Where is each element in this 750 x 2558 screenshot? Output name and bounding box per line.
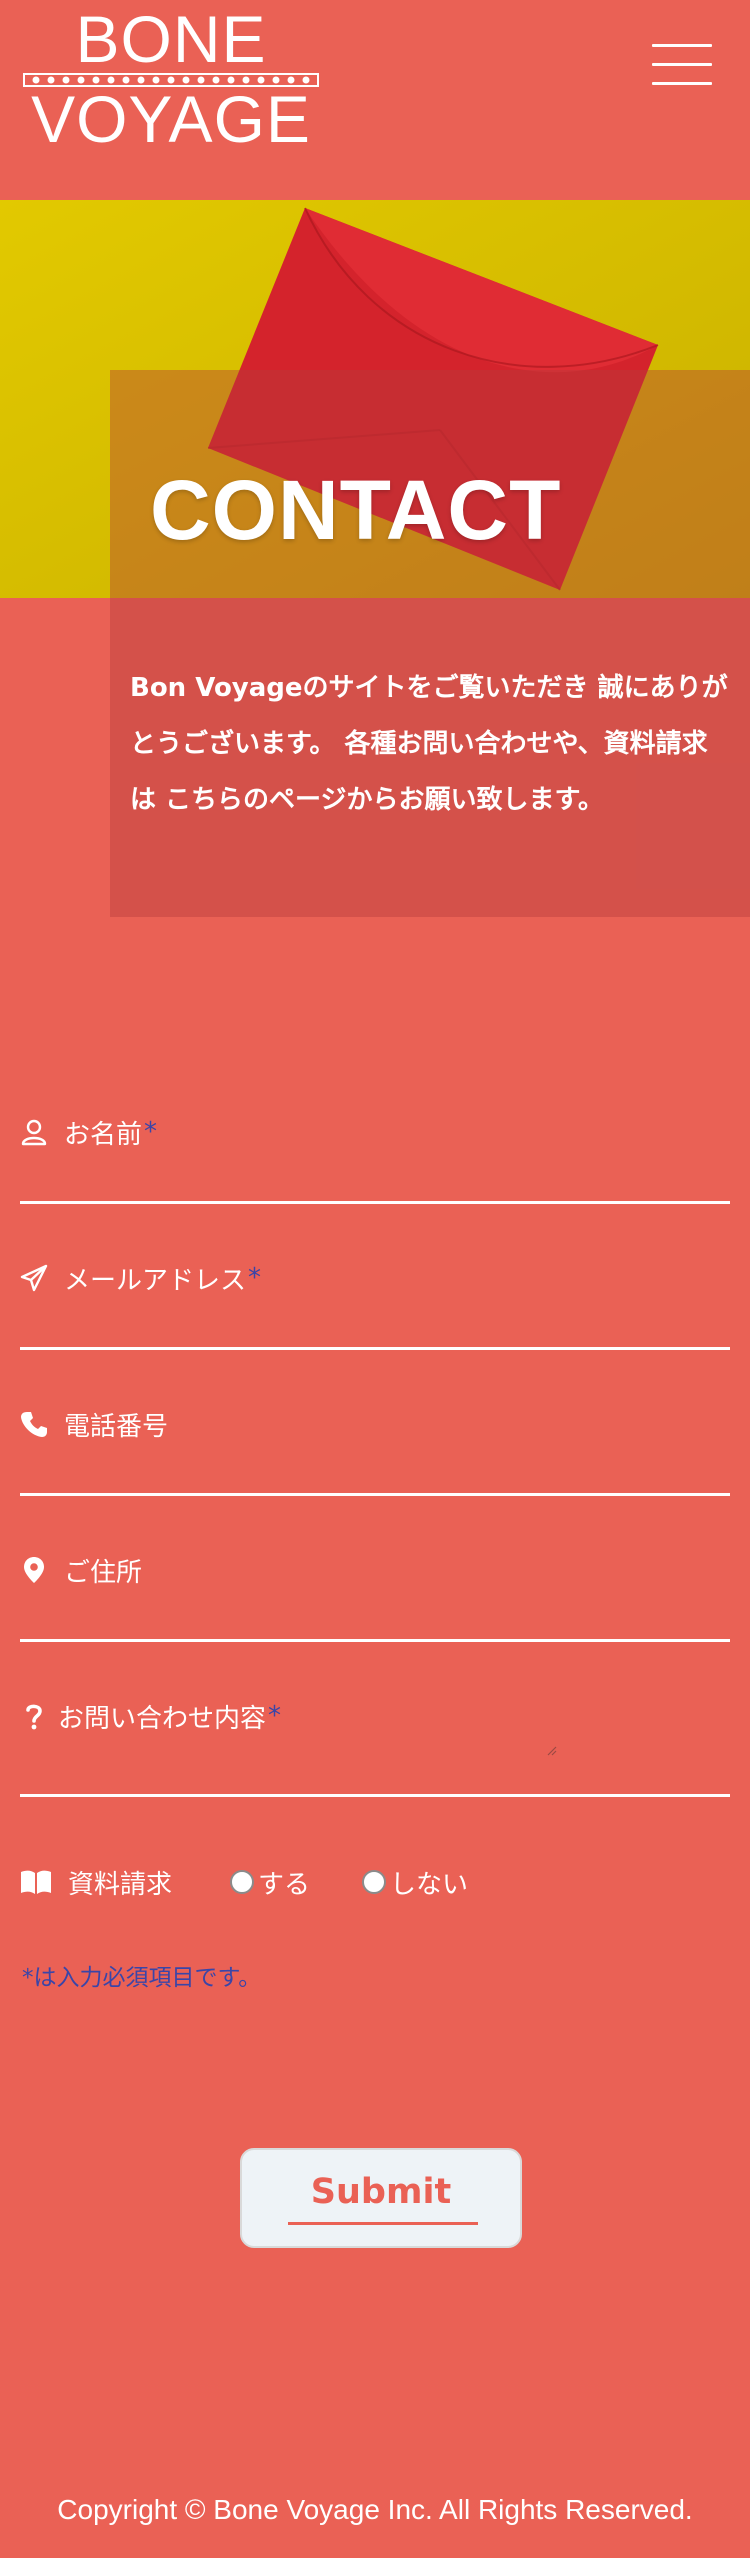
paper-plane-icon [20, 1264, 48, 1292]
map-marker-icon [20, 1556, 48, 1584]
phone-icon [20, 1410, 48, 1438]
name-label: お名前 [64, 1119, 143, 1150]
submit-button[interactable]: Submit [240, 2148, 522, 2248]
required-mark: * [248, 1263, 262, 1293]
resize-grip-icon[interactable] [545, 1744, 557, 1756]
menu-bar-icon [652, 82, 712, 85]
logo-line-bone: BONE [75, 2, 267, 76]
inquiry-field-group: お問い合わせ内容 * [20, 1696, 730, 1800]
brochure-request-group: 資料請求 する しない [20, 1862, 468, 1902]
required-mark: * [144, 1117, 158, 1147]
required-mark: * [268, 1701, 282, 1731]
brochure-no-label: しない [390, 1869, 469, 1900]
menu-bar-icon [652, 44, 712, 47]
user-icon [20, 1118, 48, 1146]
phone-underline [20, 1493, 730, 1496]
email-underline [20, 1347, 730, 1350]
email-field-group: メールアドレス * [20, 1258, 730, 1352]
brochure-no-radio[interactable]: しない [362, 1864, 468, 1901]
brochure-label: 資料請求 [68, 1869, 173, 1900]
page-title: CONTACT [150, 463, 562, 557]
intro-text: Bon Voyageのサイトをご覧いただき 誠にありがとうございます。 各種お問… [130, 673, 728, 815]
address-field-group: ご住所 [20, 1550, 730, 1644]
hamburger-menu-button[interactable] [652, 42, 712, 88]
brochure-yes-radio[interactable]: する [230, 1864, 310, 1901]
question-icon [20, 1702, 48, 1730]
intro-overlay [110, 370, 750, 917]
site-logo[interactable]: BONE VOYAGE [20, 2, 322, 156]
address-input[interactable] [20, 1596, 730, 1636]
submit-label: Submit [310, 2172, 452, 2212]
radio-circle[interactable] [362, 1870, 387, 1894]
address-label-row: ご住所 [20, 1550, 142, 1590]
menu-bar-icon [652, 63, 712, 66]
inquiry-label: お問い合わせ内容 [58, 1703, 267, 1734]
email-label: メールアドレス [64, 1265, 247, 1296]
phone-label-row: 電話番号 [20, 1404, 168, 1444]
radio-circle[interactable] [230, 1870, 255, 1894]
email-input[interactable] [20, 1304, 730, 1344]
inquiry-underline [20, 1794, 730, 1797]
footer-copyright: Copyright © Bone Voyage Inc. All Rights … [57, 2494, 693, 2525]
name-field-group: お名前 * [20, 1112, 730, 1206]
address-label: ご住所 [64, 1557, 143, 1588]
inquiry-label-row: お問い合わせ内容 * [20, 1696, 281, 1736]
address-underline [20, 1639, 730, 1642]
site-header: BONE VOYAGE [0, 0, 750, 200]
book-icon [20, 1868, 52, 1896]
name-label-row: お名前 * [20, 1112, 157, 1152]
name-input[interactable] [20, 1158, 730, 1198]
phone-field-group: 電話番号 [20, 1404, 730, 1498]
submit-underline [288, 2222, 478, 2225]
inquiry-textarea[interactable] [20, 1742, 730, 1790]
phone-label: 電話番号 [64, 1411, 169, 1442]
phone-input[interactable] [20, 1450, 730, 1490]
logo-line-voyage: VOYAGE [31, 82, 311, 156]
name-underline [20, 1201, 730, 1204]
email-label-row: メールアドレス * [20, 1258, 261, 1298]
brochure-yes-label: する [258, 1869, 311, 1900]
required-note: *は入力必須項目です。 [22, 1965, 262, 1991]
